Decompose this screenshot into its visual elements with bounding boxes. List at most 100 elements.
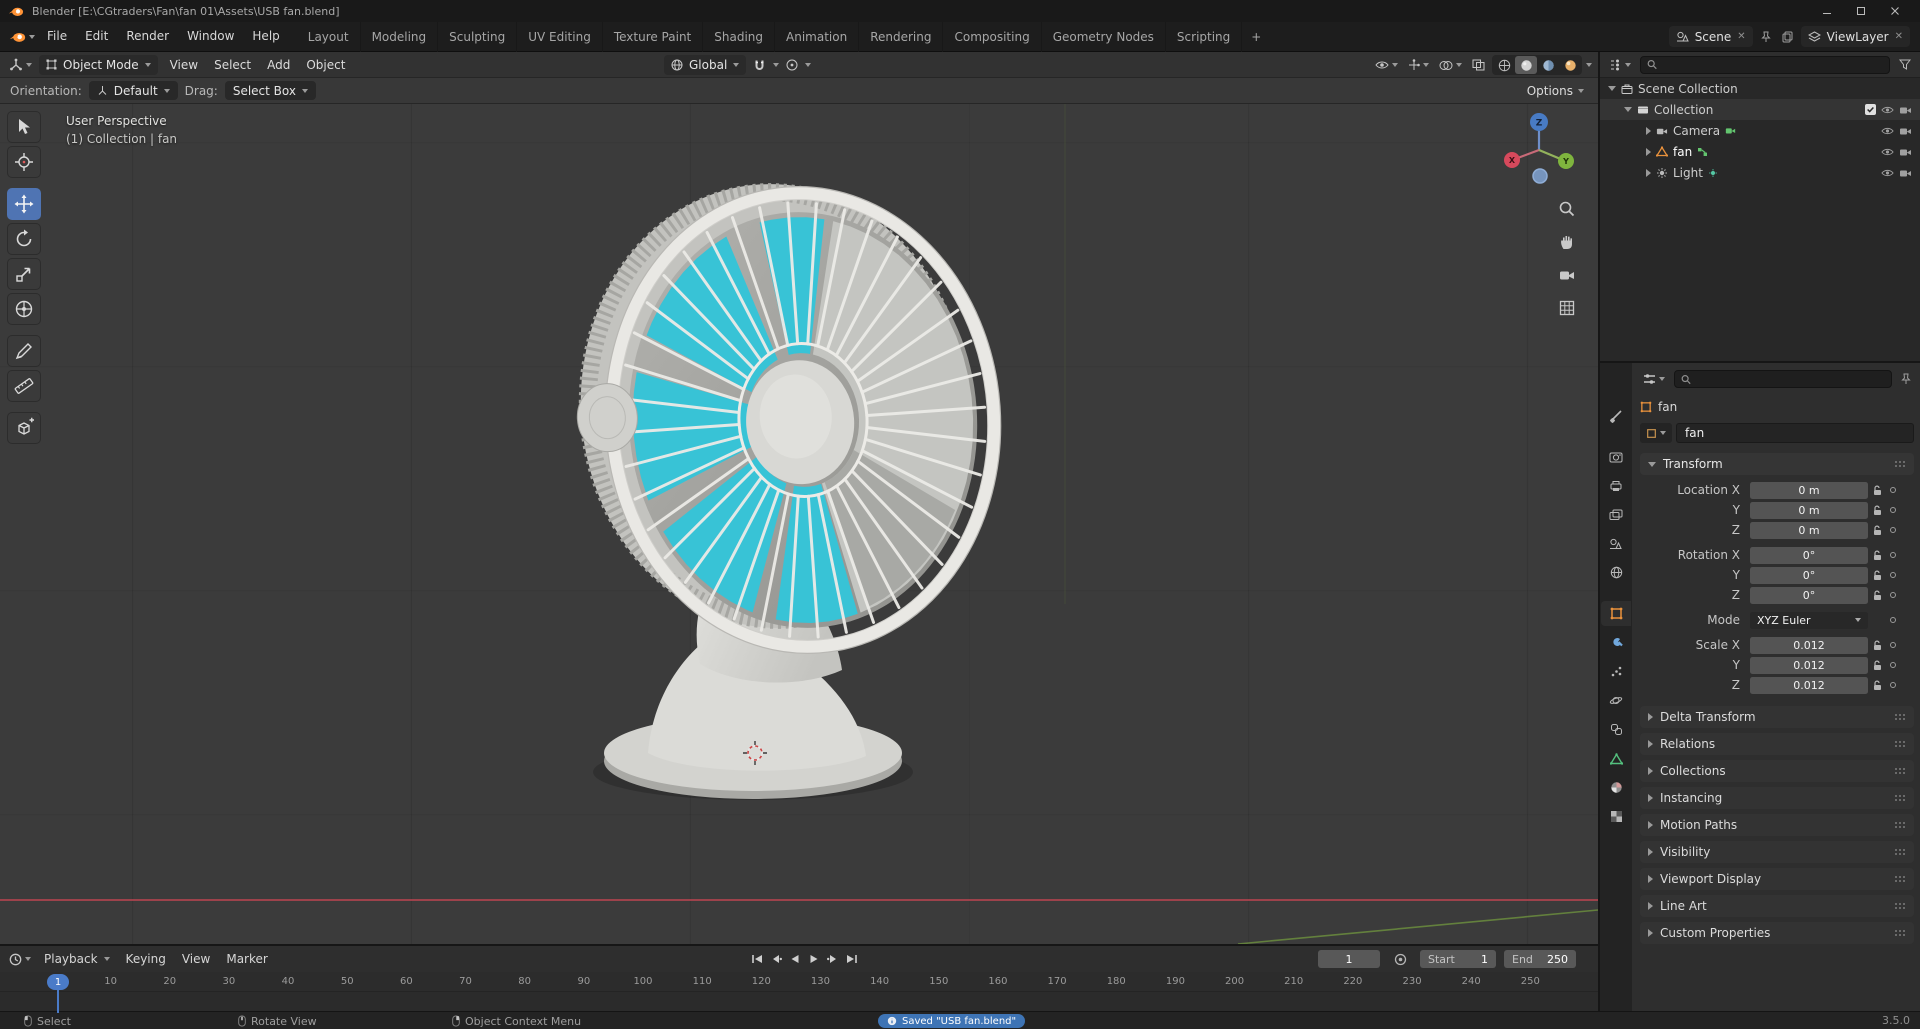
- workspace-tab[interactable]: Shading: [703, 21, 775, 52]
- animate-property-dot[interactable]: [1886, 487, 1900, 493]
- play-button[interactable]: [805, 950, 822, 968]
- fan-model[interactable]: [562, 169, 1016, 800]
- lock-icon[interactable]: [1868, 640, 1886, 651]
- tool-scale[interactable]: [7, 258, 41, 290]
- minimize-button[interactable]: [1810, 0, 1844, 22]
- hide-in-viewport-eye-icon[interactable]: [1881, 168, 1894, 178]
- timeline-ruler[interactable]: 10 20 30 40 50 60 70 80 90 100 110 120 130 140 150 160 1…: [0, 972, 1598, 992]
- lock-icon[interactable]: [1868, 615, 1886, 626]
- scene-selector[interactable]: Scene ✕: [1668, 26, 1753, 47]
- timeline-menu-item[interactable]: Playback: [36, 946, 118, 972]
- disclosure-triangle-icon[interactable]: [1646, 126, 1651, 135]
- animate-property-dot[interactable]: [1886, 527, 1900, 533]
- options-dropdown[interactable]: Options: [1527, 84, 1588, 98]
- timeline-track[interactable]: [0, 992, 1598, 1013]
- start-frame-field[interactable]: Start 1: [1420, 950, 1496, 968]
- menu-item[interactable]: Help: [243, 22, 288, 51]
- collapsed-panel-header[interactable]: Viewport Display: [1640, 868, 1914, 890]
- outliner-row-camera[interactable]: Camera: [1600, 120, 1920, 141]
- object-name-field[interactable]: fan: [1676, 423, 1914, 443]
- animate-property-dot[interactable]: [1886, 572, 1900, 578]
- animate-property-dot[interactable]: [1886, 552, 1900, 558]
- collapsed-panel-header[interactable]: Visibility: [1640, 841, 1914, 863]
- lock-icon[interactable]: [1868, 570, 1886, 581]
- maximize-button[interactable]: [1844, 0, 1878, 22]
- disclosure-triangle-icon[interactable]: [1624, 107, 1632, 112]
- workspace-tab[interactable]: Modeling: [361, 21, 439, 52]
- editor-type-button[interactable]: [6, 55, 35, 75]
- filter-icon[interactable]: [1896, 55, 1914, 75]
- pan-hand-icon[interactable]: [1554, 229, 1580, 255]
- remove-view-layer-button[interactable]: ✕: [1895, 31, 1903, 42]
- animate-property-dot[interactable]: [1886, 507, 1900, 513]
- shading-options-chevron[interactable]: [1586, 63, 1592, 67]
- outliner-row-light[interactable]: Light: [1600, 162, 1920, 183]
- collapsed-panel-header[interactable]: Custom Properties: [1640, 922, 1914, 944]
- play-reverse-button[interactable]: [786, 950, 803, 968]
- tab-tool[interactable]: [1601, 403, 1631, 428]
- browse-object-button[interactable]: [1640, 423, 1672, 443]
- workspace-tab[interactable]: Layout: [297, 21, 361, 52]
- shading-rendered-button[interactable]: [1559, 56, 1581, 74]
- outliner-row-scene-collection[interactable]: Scene Collection: [1600, 78, 1920, 99]
- disclosure-triangle-icon[interactable]: [1608, 86, 1616, 91]
- lock-icon[interactable]: [1868, 505, 1886, 516]
- property-value-field[interactable]: 0.012: [1750, 656, 1868, 674]
- property-value-field[interactable]: 0.012: [1750, 636, 1868, 654]
- tab-world[interactable]: [1601, 560, 1631, 585]
- timeline-menu-item[interactable]: Keying: [118, 946, 174, 972]
- disable-in-renders-camera-icon[interactable]: [1899, 147, 1912, 157]
- proportional-editing-button[interactable]: [783, 55, 801, 75]
- tab-object-data[interactable]: [1601, 746, 1631, 771]
- timeline-editor-type-button[interactable]: [6, 949, 34, 969]
- viewport-menu-item[interactable]: View: [162, 52, 206, 78]
- menu-item[interactable]: Render: [117, 22, 178, 51]
- snap-toggle-button[interactable]: [750, 55, 769, 75]
- property-value-field[interactable]: 0°: [1750, 566, 1868, 584]
- tab-render[interactable]: [1601, 444, 1631, 469]
- tab-material[interactable]: [1601, 775, 1631, 800]
- outliner-search[interactable]: [1640, 55, 1890, 74]
- collapsed-panel-header[interactable]: Relations: [1640, 733, 1914, 755]
- camera-view-icon[interactable]: [1554, 262, 1580, 288]
- playhead[interactable]: 1: [47, 974, 69, 990]
- snap-options-chevron[interactable]: [773, 63, 780, 67]
- orientation-dropdown[interactable]: Default: [88, 81, 178, 100]
- animate-property-dot[interactable]: [1886, 662, 1900, 668]
- viewport-canvas[interactable]: User Perspective (1) Collection | fan Z …: [0, 104, 1598, 944]
- collapsed-panel-header[interactable]: Delta Transform: [1640, 706, 1914, 728]
- hide-in-viewport-eye-icon[interactable]: [1881, 147, 1894, 157]
- menu-item[interactable]: Window: [178, 22, 243, 51]
- property-value-field[interactable]: XYZ Euler: [1750, 611, 1868, 629]
- tab-view-layer[interactable]: [1601, 502, 1631, 527]
- outliner-row-collection[interactable]: Collection: [1600, 99, 1920, 120]
- tab-scene[interactable]: [1601, 531, 1631, 556]
- zoom-icon[interactable]: [1554, 196, 1580, 222]
- unlink-scene-button[interactable]: ✕: [1737, 31, 1745, 42]
- outliner-editor-type-button[interactable]: [1606, 55, 1634, 75]
- property-value-field[interactable]: 0.012: [1750, 676, 1868, 694]
- transform-panel-header[interactable]: Transform: [1640, 453, 1914, 475]
- collapsed-panel-header[interactable]: Line Art: [1640, 895, 1914, 917]
- view-layer-selector[interactable]: ViewLayer ✕: [1800, 26, 1910, 47]
- toggle-ortho-grid-icon[interactable]: [1554, 295, 1580, 321]
- tool-move[interactable]: [7, 188, 41, 220]
- outliner-row-fan[interactable]: fan: [1600, 141, 1920, 162]
- tab-constraints[interactable]: [1601, 717, 1631, 742]
- disable-in-renders-camera-icon[interactable]: [1899, 168, 1912, 178]
- proportional-options-chevron[interactable]: [805, 63, 812, 67]
- collapsed-panel-header[interactable]: Motion Paths: [1640, 814, 1914, 836]
- property-value-field[interactable]: 0°: [1750, 586, 1868, 604]
- tool-tweak-select[interactable]: [7, 111, 41, 143]
- shading-material-button[interactable]: [1537, 56, 1559, 74]
- property-value-field[interactable]: 0 m: [1750, 501, 1868, 519]
- pin-scene-button[interactable]: [1758, 27, 1774, 47]
- show-gizmo-dropdown[interactable]: [1405, 55, 1432, 75]
- disclosure-triangle-icon[interactable]: [1646, 168, 1651, 177]
- close-button[interactable]: [1878, 0, 1912, 22]
- property-value-field[interactable]: 0 m: [1750, 521, 1868, 539]
- tool-cursor-3d[interactable]: [7, 146, 41, 178]
- hide-in-viewport-eye-icon[interactable]: [1881, 126, 1894, 136]
- tab-object[interactable]: [1601, 601, 1631, 626]
- lock-icon[interactable]: [1868, 550, 1886, 561]
